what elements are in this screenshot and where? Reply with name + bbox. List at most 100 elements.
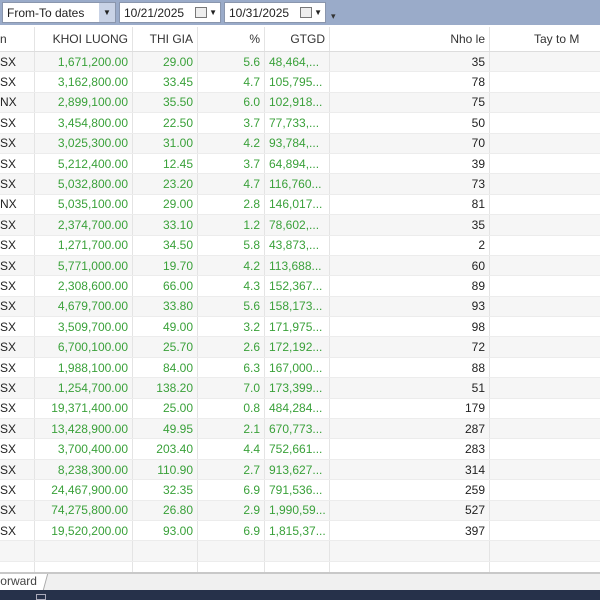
odd-lot-cell[interactable]: 98	[330, 317, 490, 337]
odd-lot-cell[interactable]: 72	[330, 337, 490, 357]
percent-cell[interactable]: 2.7	[198, 459, 265, 480]
price-cell[interactable]: 33.80	[133, 296, 198, 317]
volume-cell[interactable]: 6,700,100.00	[35, 337, 133, 357]
price-cell[interactable]: 49.00	[133, 317, 198, 337]
price-cell[interactable]: 66.00	[133, 276, 198, 296]
value-cell[interactable]	[265, 541, 330, 561]
block-cell[interactable]	[490, 358, 600, 377]
value-cell[interactable]: 1,815,37...	[265, 520, 330, 541]
table-row[interactable]: SX 4,679,700.00 33.80 5.6 158,173... 93	[0, 296, 600, 318]
percent-cell[interactable]: 5.8	[198, 235, 265, 255]
price-cell[interactable]: 84.00	[133, 357, 198, 378]
exchange-cell[interactable]: SX	[0, 133, 35, 153]
volume-cell[interactable]: 3,454,800.00	[35, 113, 133, 133]
volume-cell[interactable]: 19,371,400.00	[35, 398, 133, 419]
exchange-cell[interactable]: SX	[0, 520, 35, 541]
value-cell[interactable]: 105,795...	[265, 72, 330, 92]
exchange-cell[interactable]: SX	[0, 480, 35, 500]
volume-cell[interactable]: 5,035,100.00	[35, 194, 133, 215]
calendar-icon[interactable]	[300, 7, 313, 18]
sheet-tab[interactable]: orward	[0, 574, 48, 590]
calendar-icon[interactable]	[195, 7, 208, 18]
price-cell[interactable]: 34.50	[133, 235, 198, 255]
exchange-cell[interactable]: SX	[0, 357, 35, 378]
block-cell[interactable]	[490, 256, 600, 275]
odd-lot-cell[interactable]: 78	[330, 72, 490, 92]
odd-lot-cell[interactable]: 287	[330, 419, 490, 439]
table-row[interactable]: SX 3,025,300.00 31.00 4.2 93,784,... 70	[0, 133, 600, 154]
exchange-cell[interactable]: SX	[0, 500, 35, 520]
block-cell[interactable]	[490, 195, 600, 214]
value-cell[interactable]: 913,627...	[265, 459, 330, 480]
volume-cell[interactable]: 2,899,100.00	[35, 92, 133, 113]
exchange-cell[interactable]: SX	[0, 337, 35, 357]
exchange-cell[interactable]: NX	[0, 92, 35, 113]
value-cell[interactable]: 102,918...	[265, 92, 330, 113]
block-cell[interactable]	[490, 297, 600, 316]
price-cell[interactable]: 33.10	[133, 215, 198, 235]
table-row[interactable]	[0, 541, 600, 562]
value-cell[interactable]: 64,894,...	[265, 153, 330, 174]
value-cell[interactable]: 752,661...	[265, 439, 330, 459]
price-cell[interactable]: 19.70	[133, 255, 198, 276]
volume-cell[interactable]: 3,025,300.00	[35, 133, 133, 153]
table-row[interactable]: SX 3,454,800.00 22.50 3.7 77,733,... 50	[0, 113, 600, 134]
volume-cell[interactable]: 1,671,200.00	[35, 52, 133, 72]
odd-lot-cell[interactable]: 70	[330, 133, 490, 153]
odd-lot-cell[interactable]: 397	[330, 520, 490, 541]
date-mode-select[interactable]: From-To dates ▼	[2, 2, 116, 23]
percent-cell[interactable]: 0.8	[198, 398, 265, 419]
block-cell[interactable]	[490, 72, 600, 91]
column-header[interactable]: n	[0, 27, 35, 51]
percent-cell[interactable]	[198, 541, 265, 561]
table-row[interactable]: SX 1,254,700.00 138.20 7.0 173,399... 51	[0, 378, 600, 399]
block-cell[interactable]	[490, 113, 600, 132]
exchange-cell[interactable]: SX	[0, 378, 35, 398]
value-cell[interactable]: 78,602,...	[265, 215, 330, 235]
column-header[interactable]: GTGD	[265, 27, 330, 51]
block-cell[interactable]	[490, 399, 600, 418]
price-cell[interactable]: 203.40	[133, 439, 198, 459]
from-date-picker[interactable]: 10/21/2025 ▼	[119, 2, 221, 23]
table-row[interactable]: SX 8,238,300.00 110.90 2.7 913,627... 314	[0, 459, 600, 481]
price-cell[interactable]: 33.45	[133, 72, 198, 92]
block-cell[interactable]	[490, 541, 600, 560]
block-cell[interactable]	[490, 501, 600, 520]
odd-lot-cell[interactable]: 81	[330, 194, 490, 215]
volume-cell[interactable]: 2,374,700.00	[35, 215, 133, 235]
table-row[interactable]: SX 74,275,800.00 26.80 2.9 1,990,59... 527	[0, 500, 600, 521]
value-cell[interactable]: 77,733,...	[265, 113, 330, 133]
exchange-cell[interactable]: SX	[0, 255, 35, 276]
table-row[interactable]: SX 2,374,700.00 33.10 1.2 78,602,... 35	[0, 215, 600, 236]
odd-lot-cell[interactable]: 51	[330, 378, 490, 398]
block-cell[interactable]	[490, 460, 600, 479]
block-cell[interactable]	[490, 134, 600, 153]
value-cell[interactable]: 146,017...	[265, 194, 330, 215]
volume-cell[interactable]: 3,162,800.00	[35, 72, 133, 92]
table-row[interactable]: SX 1,271,700.00 34.50 5.8 43,873,... 2	[0, 235, 600, 256]
table-row[interactable]: SX 19,371,400.00 25.00 0.8 484,284... 179	[0, 398, 600, 420]
odd-lot-cell[interactable]: 35	[330, 52, 490, 72]
price-cell[interactable]: 110.90	[133, 459, 198, 480]
exchange-cell[interactable]: SX	[0, 235, 35, 255]
table-row[interactable]: NX 2,899,100.00 35.50 6.0 102,918... 75	[0, 92, 600, 114]
chevron-down-icon[interactable]: ▼	[99, 3, 115, 22]
exchange-cell[interactable]: SX	[0, 317, 35, 337]
table-row[interactable]: SX 1,988,100.00 84.00 6.3 167,000... 88	[0, 357, 600, 379]
table-row[interactable]: SX 19,520,200.00 93.00 6.9 1,815,37... 397	[0, 520, 600, 542]
volume-cell[interactable]: 1,988,100.00	[35, 357, 133, 378]
value-cell[interactable]: 172,192...	[265, 337, 330, 357]
price-cell[interactable]: 49.95	[133, 419, 198, 439]
exchange-cell[interactable]	[0, 541, 35, 561]
table-row[interactable]: SX 2,308,600.00 66.00 4.3 152,367... 89	[0, 276, 600, 297]
column-header[interactable]: Nho le	[330, 27, 490, 51]
table-row[interactable]: NX 5,035,100.00 29.00 2.8 146,017... 81	[0, 194, 600, 216]
percent-cell[interactable]: 3.7	[198, 153, 265, 174]
price-cell[interactable]: 32.35	[133, 480, 198, 500]
price-cell[interactable]	[133, 541, 198, 561]
block-cell[interactable]	[490, 480, 600, 499]
percent-cell[interactable]: 6.9	[198, 520, 265, 541]
volume-cell[interactable]: 3,700,400.00	[35, 439, 133, 459]
toolbar-overflow-icon[interactable]: ▾	[331, 11, 336, 22]
price-cell[interactable]: 29.00	[133, 52, 198, 72]
